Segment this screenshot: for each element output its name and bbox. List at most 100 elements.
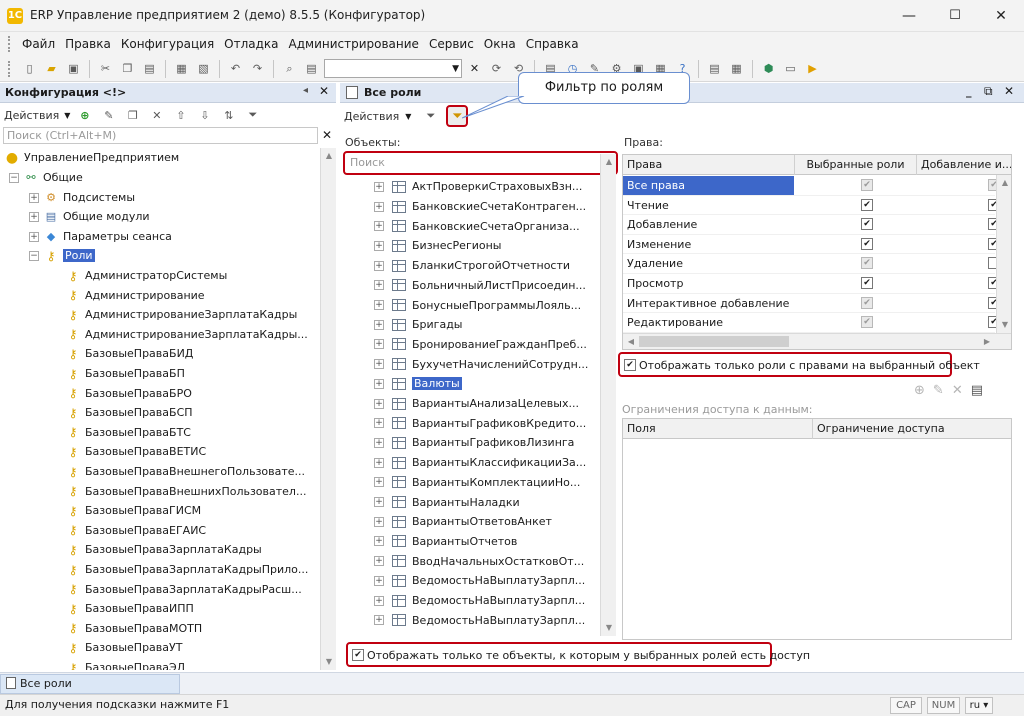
- update-config-icon[interactable]: ⬢: [759, 59, 778, 78]
- object-list-item[interactable]: + БизнесРегионы: [343, 236, 502, 256]
- selected-roles-checkbox[interactable]: ✔: [861, 277, 873, 289]
- expand-icon[interactable]: +: [374, 221, 384, 232]
- expand-icon[interactable]: +: [374, 260, 384, 271]
- tree-item-role[interactable]: ⚷ БазовыеПраваБТС: [66, 423, 191, 442]
- actions-dropdown-icon[interactable]: ▼: [405, 112, 411, 121]
- rights-table-row[interactable]: Удаление ✔: [623, 254, 1000, 274]
- add-icon[interactable]: ⊕: [75, 106, 94, 125]
- objects-search-input[interactable]: Поиск: [347, 155, 597, 171]
- find-in-file-icon[interactable]: ▤: [302, 59, 321, 78]
- print-icon[interactable]: ▦: [172, 59, 191, 78]
- objects-scrollbar[interactable]: ▲ ▼: [600, 154, 616, 636]
- rights-table-row[interactable]: Чтение ✔ ✔: [623, 196, 1000, 216]
- tree-item-common[interactable]: − ⚯ Общие: [9, 168, 83, 187]
- object-list-item[interactable]: + ВариантыГрафиковКредито...: [343, 413, 586, 433]
- rights-hscrollbar[interactable]: ◀ ▶: [623, 333, 1011, 349]
- expand-icon[interactable]: +: [29, 231, 39, 242]
- expand-icon[interactable]: +: [374, 536, 384, 547]
- restriction-templates-icon[interactable]: ▤: [971, 383, 983, 398]
- rights-table-row[interactable]: Интерактивное добавление ✔ ✔: [623, 294, 1000, 314]
- tree-item-role[interactable]: ⚷ БазовыеПраваЗарплатаКадрыРасш...: [66, 580, 302, 599]
- tree-item-role[interactable]: ⚷ АдминистрированиеЗарплатаКадры...: [66, 325, 308, 344]
- close-button[interactable]: ✕: [978, 0, 1024, 32]
- expand-icon[interactable]: +: [374, 477, 384, 488]
- tree-item-session-params[interactable]: + ◆ Параметры сеанса: [29, 227, 172, 246]
- tree-item-role[interactable]: ⚷ БазовыеПраваБРО: [66, 384, 192, 403]
- expand-icon[interactable]: +: [374, 457, 384, 468]
- menu-administration[interactable]: Администрирование: [284, 37, 424, 51]
- expand-icon[interactable]: +: [374, 437, 384, 448]
- expand-icon[interactable]: +: [374, 201, 384, 212]
- edit-restriction-icon[interactable]: ✎: [933, 383, 944, 398]
- tree-item-role[interactable]: ⚷ БазовыеПраваЗарплатаКадрыПрило...: [66, 560, 309, 579]
- object-list-item[interactable]: + ВедомостьНаВыплатуЗарпл...: [343, 591, 585, 611]
- rights-vscrollbar[interactable]: ▲ ▼: [996, 175, 1011, 333]
- show-objects-with-access-option[interactable]: ✔ Отображать только те объекты, к которы…: [346, 642, 810, 667]
- show-roles-with-rights-option[interactable]: ✔ Отображать только роли с правами на вы…: [618, 352, 980, 377]
- rights-table-row[interactable]: Редактирование ✔ ✔: [623, 313, 1000, 333]
- scroll-left-icon[interactable]: ◀: [623, 334, 639, 349]
- expand-icon[interactable]: +: [374, 280, 384, 291]
- expand-icon[interactable]: +: [374, 497, 384, 508]
- expand-icon[interactable]: +: [374, 181, 384, 192]
- print-preview-icon[interactable]: ▧: [194, 59, 213, 78]
- object-list-item[interactable]: + Бригады: [343, 315, 463, 335]
- object-list-item[interactable]: + ВариантыНаладки: [343, 492, 520, 512]
- object-list-item[interactable]: + ВариантыОтветовАнкет: [343, 512, 552, 532]
- tree-item-role[interactable]: ⚷ БазовыеПраваЭД: [66, 658, 186, 671]
- expand-icon[interactable]: +: [374, 516, 384, 527]
- show-objects-with-access-checkbox[interactable]: ✔: [352, 649, 364, 661]
- expand-icon[interactable]: +: [374, 615, 384, 626]
- window-restore-icon[interactable]: ⧉: [984, 84, 993, 99]
- object-list-item[interactable]: + ВариантыКлассификацииЗа...: [343, 453, 586, 473]
- menu-grip[interactable]: [8, 36, 11, 52]
- object-list-item[interactable]: + БланкиСтрогойОтчетности: [343, 256, 570, 276]
- rights-table-row[interactable]: Изменение ✔ ✔: [623, 235, 1000, 255]
- menu-debug[interactable]: Отладка: [219, 37, 283, 51]
- selected-roles-checkbox[interactable]: ✔: [861, 179, 873, 191]
- expand-icon[interactable]: +: [29, 192, 39, 203]
- tree-item-role[interactable]: ⚷ БазовыеПраваБСП: [66, 403, 193, 422]
- expand-icon[interactable]: +: [374, 300, 384, 311]
- tree-scrollbar[interactable]: ▲ ▼: [320, 148, 336, 670]
- window-tab-all-roles[interactable]: Все роли: [0, 674, 180, 694]
- rights-table-row[interactable]: Все права ✔ ✔: [623, 176, 1000, 196]
- tree-item-role[interactable]: ⚷ БазовыеПраваГИСМ: [66, 501, 202, 520]
- column-fields[interactable]: Поля: [623, 419, 813, 439]
- copy-item-icon[interactable]: ❐: [123, 106, 142, 125]
- sort-icon[interactable]: ⇅: [219, 106, 238, 125]
- filter-icon[interactable]: ⏷: [243, 106, 262, 125]
- tree-item-root[interactable]: ● УправлениеПредприятием: [5, 148, 179, 167]
- object-list-item[interactable]: + БольничныйЛистПрисоедин...: [343, 276, 586, 296]
- actions-dropdown-icon[interactable]: ▼: [64, 111, 70, 120]
- undo-icon[interactable]: ↶: [226, 59, 245, 78]
- expand-icon[interactable]: +: [374, 359, 384, 370]
- menu-service[interactable]: Сервис: [424, 37, 479, 51]
- selected-roles-checkbox[interactable]: ✔: [861, 218, 873, 231]
- redo-icon[interactable]: ↷: [248, 59, 267, 78]
- toolbar-grip[interactable]: [8, 60, 11, 77]
- column-add-roles[interactable]: Добавление и...: [917, 155, 1011, 175]
- menu-help[interactable]: Справка: [521, 37, 584, 51]
- menu-windows[interactable]: Окна: [479, 37, 521, 51]
- object-filter-icon[interactable]: ⏷: [421, 107, 440, 126]
- tree-item-role[interactable]: ⚷ БазовыеПраваЗарплатаКадры: [66, 540, 262, 559]
- edit-text-icon[interactable]: ▤: [705, 59, 724, 78]
- object-list-item[interactable]: + БонусныеПрограммыЛояль...: [343, 295, 581, 315]
- scroll-down-icon[interactable]: ▼: [997, 317, 1011, 333]
- configuration-search-input[interactable]: Поиск (Ctrl+Alt+M): [3, 127, 318, 144]
- selected-roles-checkbox[interactable]: ✔: [861, 257, 873, 270]
- open-folder-icon[interactable]: ▰: [42, 59, 61, 78]
- object-list-item[interactable]: + ВедомостьНаВыплатуЗарпл...: [343, 610, 585, 630]
- tree-item-role[interactable]: ⚷ БазовыеПраваБИД: [66, 344, 194, 363]
- selected-roles-checkbox[interactable]: ✔: [861, 198, 873, 211]
- move-down-icon[interactable]: ⇩: [195, 106, 214, 125]
- copy-icon[interactable]: ❐: [118, 59, 137, 78]
- collapse-icon[interactable]: −: [29, 250, 39, 261]
- column-selected-roles[interactable]: Выбранные роли: [795, 155, 917, 175]
- delete-restriction-icon[interactable]: ✕: [952, 383, 963, 398]
- edit-pencil-icon[interactable]: ✎: [99, 106, 118, 125]
- minimize-button[interactable]: —: [886, 0, 932, 32]
- selected-roles-checkbox[interactable]: ✔: [861, 316, 873, 329]
- tree-item-subsystems[interactable]: + ⚙ Подсистемы: [29, 188, 135, 207]
